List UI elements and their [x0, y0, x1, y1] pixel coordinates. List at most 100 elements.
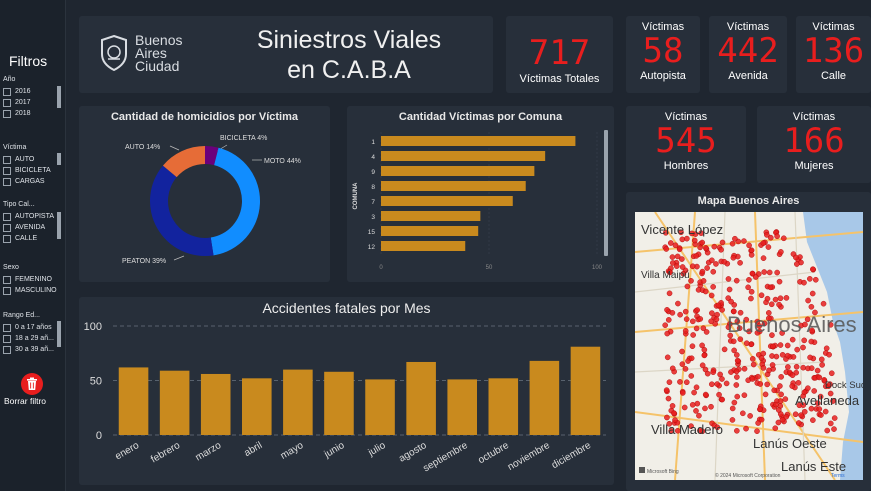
accident-point[interactable] — [715, 302, 722, 309]
accident-point[interactable] — [708, 403, 714, 410]
month-bar-agosto[interactable] — [406, 361, 436, 435]
accident-point[interactable] — [671, 410, 677, 416]
accident-point[interactable] — [732, 235, 738, 242]
month-bar-mayo[interactable] — [283, 369, 313, 435]
accident-point[interactable] — [809, 290, 816, 297]
accident-point[interactable] — [665, 395, 672, 402]
accident-point[interactable] — [814, 367, 821, 374]
accident-point[interactable] — [741, 365, 748, 372]
year-option-2018[interactable]: 2018 — [3, 108, 63, 119]
accident-point[interactable] — [730, 254, 737, 261]
accident-point[interactable] — [684, 283, 691, 290]
accident-point[interactable] — [776, 278, 783, 285]
accident-point[interactable] — [757, 406, 763, 412]
checkbox[interactable] — [3, 323, 11, 332]
street-option-autopista[interactable]: AUTOPISTA — [3, 211, 63, 222]
accident-point[interactable] — [794, 346, 800, 353]
street-option-avenida[interactable]: AVENIDA — [3, 222, 63, 233]
accident-point[interactable] — [734, 374, 740, 380]
accident-point[interactable] — [703, 245, 709, 251]
accident-point[interactable] — [749, 356, 756, 362]
month-bar-abril[interactable] — [242, 378, 272, 435]
accident-point[interactable] — [775, 407, 782, 413]
accident-point[interactable] — [774, 233, 780, 239]
accident-point[interactable] — [729, 240, 736, 247]
checkbox[interactable] — [3, 166, 11, 175]
accident-point[interactable] — [772, 296, 779, 303]
checkbox[interactable] — [3, 155, 11, 164]
map-terms-link[interactable]: Terms — [831, 473, 845, 479]
accident-point[interactable] — [820, 300, 827, 307]
accident-point[interactable] — [777, 342, 784, 348]
accident-point[interactable] — [767, 284, 774, 291]
accident-point[interactable] — [734, 427, 740, 434]
accident-point[interactable] — [831, 426, 837, 432]
accident-point[interactable] — [665, 317, 672, 323]
accident-point[interactable] — [778, 391, 784, 398]
victim-scrollbar[interactable] — [57, 153, 61, 165]
accident-point[interactable] — [670, 260, 676, 266]
accident-point[interactable] — [779, 352, 786, 358]
accident-point[interactable] — [669, 310, 676, 316]
checkbox[interactable] — [3, 234, 11, 243]
accident-point[interactable] — [679, 236, 686, 243]
accident-point[interactable] — [699, 239, 706, 246]
accident-point[interactable] — [766, 269, 773, 276]
accident-point[interactable] — [819, 362, 825, 368]
accident-point[interactable] — [808, 365, 815, 371]
checkbox[interactable] — [3, 345, 11, 354]
comuna-bar-8[interactable] — [381, 181, 526, 191]
accident-point[interactable] — [716, 391, 722, 398]
accident-point[interactable] — [737, 336, 744, 342]
accident-point[interactable] — [667, 240, 674, 246]
accident-point[interactable] — [789, 383, 796, 389]
accident-point[interactable] — [703, 329, 710, 335]
accident-point[interactable] — [701, 352, 708, 359]
accident-point[interactable] — [779, 416, 786, 423]
accident-point[interactable] — [709, 381, 715, 388]
accident-point[interactable] — [693, 325, 700, 332]
accident-point[interactable] — [675, 300, 681, 307]
accident-point[interactable] — [793, 254, 799, 261]
accident-point[interactable] — [663, 246, 670, 252]
accident-point[interactable] — [743, 425, 749, 432]
victim-option-bicicleta[interactable]: BICICLETA — [3, 165, 63, 176]
month-bar-julio[interactable] — [365, 379, 395, 435]
accident-point[interactable] — [783, 295, 790, 301]
accident-point[interactable] — [729, 417, 736, 423]
accident-point[interactable] — [679, 264, 686, 270]
accident-point[interactable] — [731, 399, 738, 406]
accident-point[interactable] — [810, 417, 816, 423]
age-option-0-17[interactable]: 0 a 17 años — [3, 322, 63, 333]
accident-point[interactable] — [696, 412, 702, 419]
accident-point[interactable] — [714, 381, 720, 387]
accident-point[interactable] — [790, 354, 797, 360]
accident-point[interactable] — [741, 392, 748, 398]
age-option-30-39[interactable]: 30 a 39 añ... — [3, 344, 63, 355]
accident-point[interactable] — [664, 414, 670, 421]
accident-point[interactable] — [710, 369, 717, 375]
accident-point[interactable] — [679, 348, 685, 355]
accident-point[interactable] — [693, 408, 699, 414]
accident-point[interactable] — [810, 266, 816, 272]
accident-point[interactable] — [773, 353, 780, 360]
accident-point[interactable] — [784, 352, 791, 359]
accident-point[interactable] — [662, 322, 668, 328]
accident-point[interactable] — [697, 316, 704, 322]
accident-point[interactable] — [682, 328, 689, 334]
accident-point[interactable] — [792, 411, 799, 418]
checkbox[interactable] — [3, 223, 11, 232]
accident-point[interactable] — [824, 427, 831, 434]
accident-point[interactable] — [812, 276, 819, 283]
accident-point[interactable] — [771, 387, 778, 394]
month-bar-marzo[interactable] — [200, 373, 231, 435]
accident-point[interactable] — [818, 412, 824, 418]
accident-point[interactable] — [713, 261, 719, 267]
accident-point[interactable] — [766, 367, 772, 374]
buenos-aires-map[interactable]: Vicente López Villa Maipú Buenos Aires D… — [635, 212, 863, 480]
accident-point[interactable] — [709, 257, 715, 264]
accident-point[interactable] — [711, 243, 718, 250]
accident-point[interactable] — [777, 383, 783, 389]
comuna-bar-15[interactable] — [381, 226, 479, 236]
month-bar-febrero[interactable] — [159, 370, 190, 435]
